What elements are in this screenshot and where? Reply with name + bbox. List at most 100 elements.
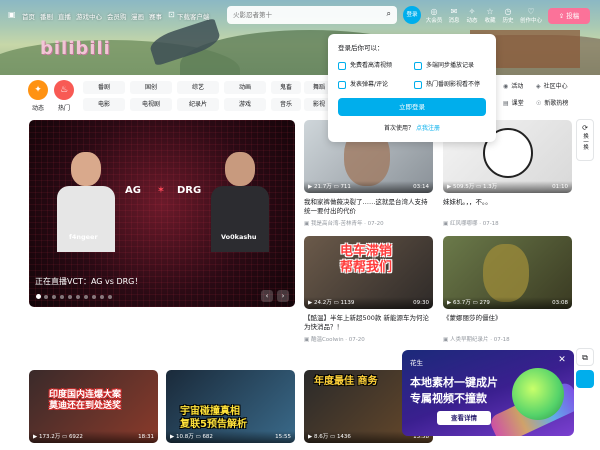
community-center-link[interactable]: ◈ 社区中心 <box>536 81 568 90</box>
fire-icon: ♨ <box>59 85 69 95</box>
nav-dynamic[interactable]: ✧ 动态 <box>462 7 482 24</box>
video-title[interactable]: 我和家裤做薇决裂了……这就是台湾人支持统一要付出的代价 <box>304 198 433 216</box>
hd-video-icon <box>338 61 346 70</box>
video-title[interactable]: 妹妹机。，，不。。 <box>443 198 572 216</box>
video-title[interactable]: 《蒙娜丽莎的僵住》 <box>443 314 572 332</box>
video-duration: 09:30 <box>413 300 429 306</box>
category-chip[interactable]: 纪录片 <box>177 98 219 111</box>
category-chip[interactable]: 番剧 <box>83 81 125 94</box>
category-chip[interactable]: 鬼畜 <box>271 81 301 94</box>
carousel-dot[interactable] <box>92 295 96 299</box>
category-chip[interactable]: 国创 <box>130 81 172 94</box>
dynamic-icon: ✦ <box>34 85 42 95</box>
category-chip[interactable]: 动画 <box>224 81 266 94</box>
back-to-top-button[interactable] <box>576 370 594 388</box>
nav-vip[interactable]: ◎ 大会员 <box>424 7 444 24</box>
carousel-dot[interactable] <box>108 295 112 299</box>
login-now-button[interactable]: 立即登录 <box>338 98 486 116</box>
video-author[interactable]: ▣ 酷温Coolwin · 07-20 <box>304 335 433 343</box>
category-chip[interactable]: 电影 <box>83 98 125 111</box>
dynamic-icon: ✧ <box>468 7 476 16</box>
video-thumbnail[interactable]: ▶ 63.7万 ▭ 279 03:08 <box>443 236 572 309</box>
video-card[interactable]: 宇宙碰撞真相 复联5预告解析 ▶ 10.8万 ▭ 682 15:55 <box>166 370 295 443</box>
classroom-link[interactable]: ▤ 课堂 <box>503 98 524 107</box>
up-icon: ▣ <box>304 337 311 343</box>
new-songs-link[interactable]: ☉ 新歌热榜 <box>536 98 568 107</box>
refresh-label: 换一换 <box>582 133 588 150</box>
carousel-dot[interactable] <box>36 294 41 299</box>
video-duration: 15:55 <box>275 434 291 440</box>
nav-live[interactable]: 直播 <box>58 11 71 21</box>
thumbnail-overlay-text: 年度最佳 商务 <box>314 376 378 387</box>
nav-esports[interactable]: 赛事 <box>149 11 162 21</box>
login-popup: 登录后你可以： 免费看高清视频 多端同步播放记录 发表弹幕/评论 热门番剧影视看… <box>328 34 496 142</box>
ad-headline-2: 专属视频不撞款 <box>410 392 487 405</box>
chevron-left-icon: ‹ <box>265 292 269 300</box>
ad-cta-button[interactable]: 查看详情 <box>437 411 491 425</box>
category-chip[interactable]: 综艺 <box>177 81 219 94</box>
nav-manga[interactable]: 漫画 <box>131 11 144 21</box>
carousel-prev-button[interactable]: ‹ <box>261 290 273 302</box>
vip-icon: ◎ <box>430 7 438 16</box>
dynamic-circle-button[interactable]: ✦ <box>28 80 48 100</box>
refresh-feed-button[interactable]: ⟳ 换一换 <box>576 119 594 161</box>
login-avatar-button[interactable]: 登录 <box>403 6 421 24</box>
search-icon[interactable]: ⌕ <box>387 9 391 19</box>
ad-popup[interactable]: 花生 本地素材一键成片 专属视频不撞款 查看详情 <box>402 350 574 436</box>
nav-anime[interactable]: 番剧 <box>40 11 53 21</box>
video-card[interactable]: ▶ 63.7万 ▭ 279 03:08 《蒙娜丽莎的僵住》 ▣ 人类早期纪录片 · 0… <box>443 236 572 343</box>
nav-history[interactable]: ◷ 历史 <box>498 7 518 24</box>
mini-player-icon: ⧉ <box>582 353 588 362</box>
hero-carousel[interactable]: AG ✶ DRG f4ngeer Vo0kashu 正在直播VCT：AG vs … <box>29 120 295 307</box>
register-link[interactable]: 点我注册 <box>416 125 440 132</box>
login-popup-title: 登录后你可以： <box>338 44 384 52</box>
close-icon[interactable]: ✕ <box>556 354 568 366</box>
category-chip[interactable]: 游戏 <box>224 98 266 111</box>
carousel-next-button[interactable]: › <box>277 290 289 302</box>
video-author[interactable]: ▣ 人类早期纪录片 · 07-18 <box>443 335 572 343</box>
video-duration: 01:10 <box>552 184 568 190</box>
video-thumbnail[interactable]: 宇宙碰撞真相 复联5预告解析 ▶ 10.8万 ▭ 682 15:55 <box>166 370 295 443</box>
carousel-dot[interactable] <box>100 295 104 299</box>
video-author[interactable]: ▣ 红风哪哪哪 · 07-18 <box>443 219 572 227</box>
history-icon: ◷ <box>504 7 512 16</box>
carousel-dot[interactable] <box>44 295 48 299</box>
video-thumbnail[interactable]: 电车滞销 帮帮我们 ▶ 24.2万 ▭ 1139 09:30 <box>304 236 433 309</box>
nav-favorites[interactable]: ☆ 收藏 <box>480 7 500 24</box>
benefit-item: 热门番剧影视看不停 <box>414 79 480 89</box>
video-title[interactable]: 【酷温】半年上新超500款 新能源车为何沦为快消品？！ <box>304 314 433 332</box>
video-card[interactable]: 电车滞销 帮帮我们 ▶ 24.2万 ▭ 1139 09:30 【酷温】半年上新超500… <box>304 236 433 343</box>
comment-icon <box>338 80 346 89</box>
hot-circle-button[interactable]: ♨ <box>54 80 74 100</box>
bilibili-logo[interactable]: bilibili <box>40 38 111 59</box>
refresh-icon: ⟳ <box>582 124 588 132</box>
search-input[interactable] <box>233 9 373 21</box>
community-icon: ◈ <box>536 83 541 90</box>
carousel-dot[interactable] <box>68 295 72 299</box>
video-author[interactable]: ▣ 我是高台湾-苦林青年 · 07-20 <box>304 219 433 227</box>
category-chip[interactable]: 音乐 <box>271 98 301 111</box>
activity-link[interactable]: ◉ 活动 <box>503 81 523 90</box>
nav-creation-center[interactable]: ♡ 创作中心 <box>518 7 544 24</box>
ad-mascot-illustration <box>512 368 564 420</box>
nav-game-center[interactable]: 游戏中心 <box>76 11 102 21</box>
carousel-dot[interactable] <box>52 295 56 299</box>
up-icon: ▣ <box>304 221 311 227</box>
benefit-item: 免费看高清视频 <box>338 60 392 70</box>
nav-download-client[interactable]: 下载客户端 <box>177 11 210 21</box>
video-thumbnail[interactable]: 印度国内连爆大案 莫迪还在到处送奖 ▶ 173.2万 ▭ 6922 18:31 <box>29 370 158 443</box>
carousel-dot[interactable] <box>60 295 64 299</box>
carousel-caption[interactable]: 正在直播VCT：AG vs DRG！ <box>35 276 142 287</box>
danmaku-icon: ▭ <box>328 434 337 440</box>
upload-button[interactable]: ⇪ 投稿 <box>548 8 590 24</box>
carousel-dot[interactable] <box>76 295 80 299</box>
video-card[interactable]: 印度国内连爆大案 莫迪还在到处送奖 ▶ 173.2万 ▭ 6922 18:31 <box>29 370 158 443</box>
video-stats: ▶ 10.8万 ▭ 682 15:55 <box>166 431 295 443</box>
team-left-logo: AG <box>125 185 141 196</box>
mini-player-button[interactable]: ⧉ <box>576 348 594 366</box>
nav-mall[interactable]: 会员购 <box>107 11 127 21</box>
category-chip[interactable]: 电视剧 <box>130 98 172 111</box>
nav-home[interactable]: 首页 <box>22 11 35 21</box>
nav-messages[interactable]: ✉ 消息 <box>444 7 464 24</box>
carousel-dot[interactable] <box>84 295 88 299</box>
